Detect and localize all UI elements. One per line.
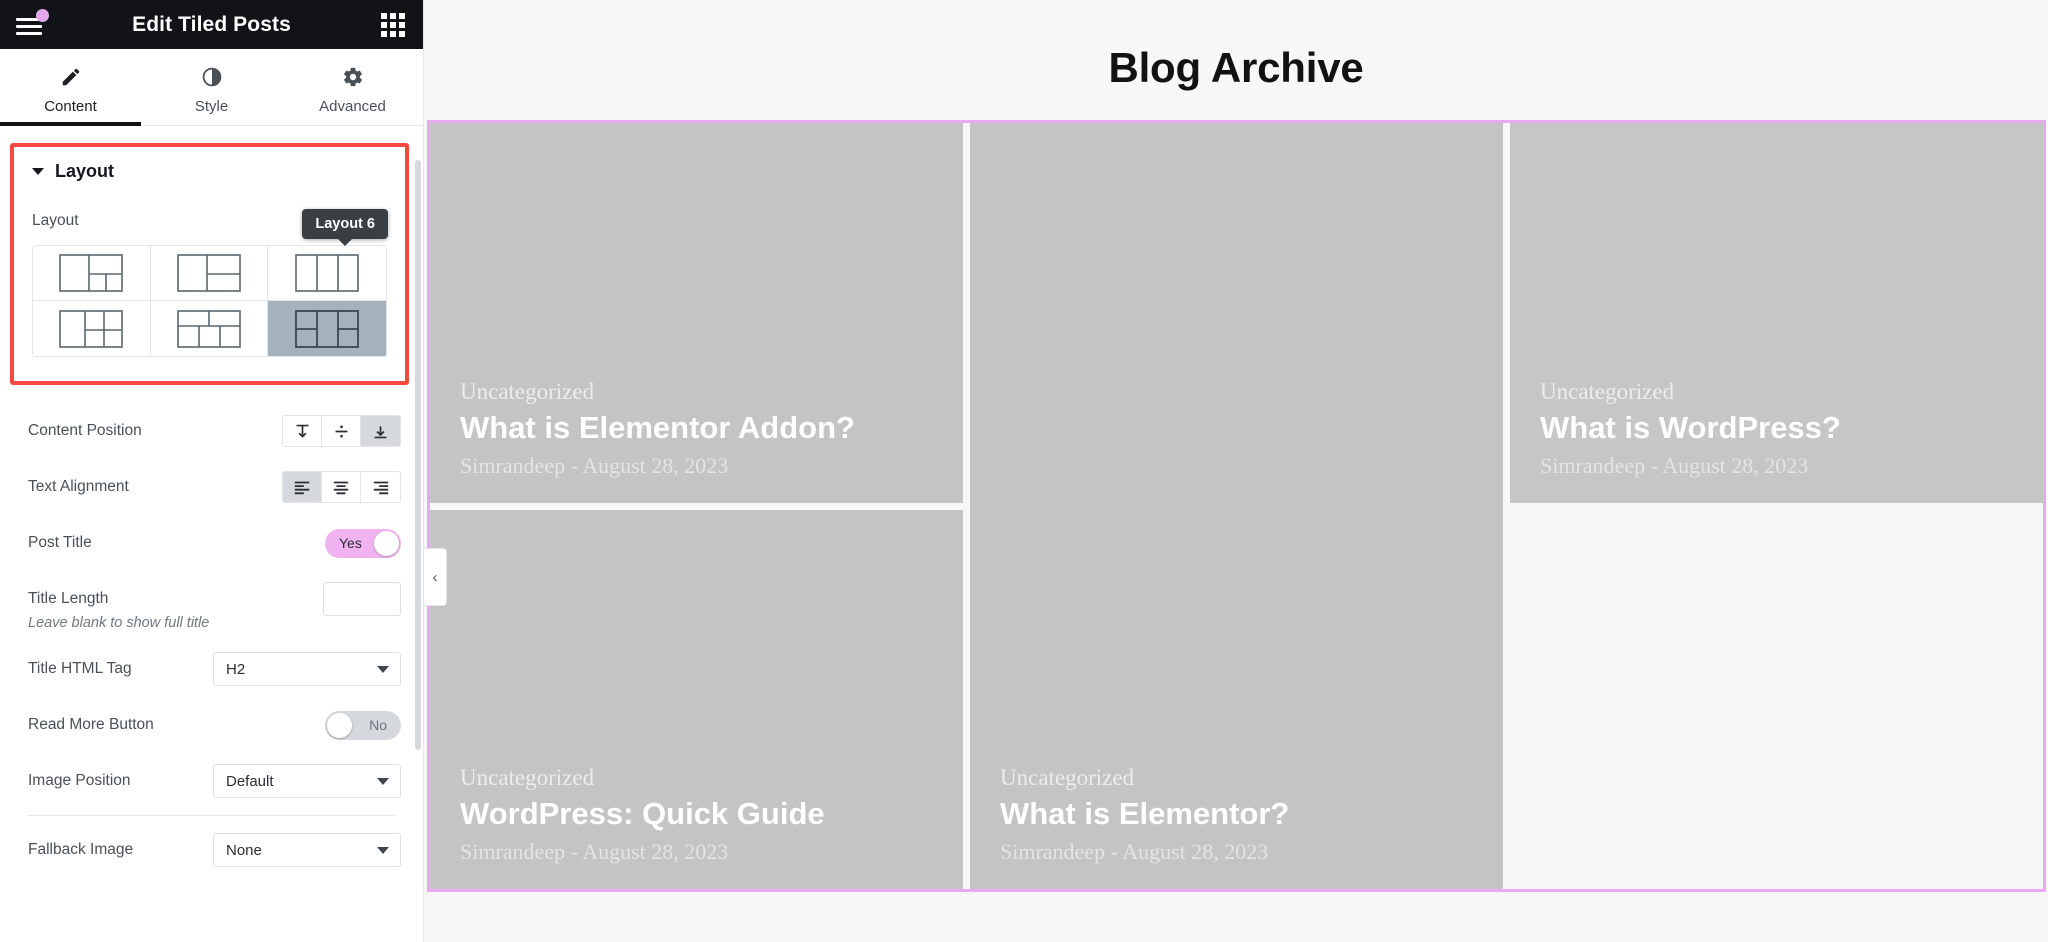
tiled-posts-grid: Uncategorized What is Elementor Addon? S… (430, 123, 2043, 889)
chevron-down-icon (32, 168, 44, 175)
post-meta: Simrandeep - August 28, 2023 (460, 452, 729, 478)
fallback-image-select-wrap: None (213, 833, 401, 867)
post-tile[interactable]: Uncategorized What is WordPress? Simrand… (1510, 123, 2043, 503)
chevron-left-icon: ‹ (432, 568, 438, 586)
preview-canvas: Blog Archive Uncategorized What is Eleme… (424, 0, 2048, 942)
image-position-row: Image Position Default (0, 753, 423, 809)
post-title: What is Elementor Addon? (460, 409, 855, 445)
post-tile[interactable]: Uncategorized What is Elementor? Simrand… (970, 123, 1503, 889)
panel-title: Edit Tiled Posts (132, 12, 291, 36)
title-html-tag-select-wrap: H2 (213, 652, 401, 686)
layout-option-4[interactable] (33, 301, 151, 356)
post-category: Uncategorized (1000, 765, 1135, 791)
section-divider (28, 815, 395, 816)
layout-section-highlight: Layout Layout Layout 6 (10, 143, 409, 385)
title-html-tag-value: H2 (226, 660, 246, 678)
post-category: Uncategorized (460, 378, 595, 404)
post-category: Uncategorized (460, 765, 595, 791)
title-html-tag-select[interactable]: H2 (213, 652, 401, 686)
fallback-image-label: Fallback Image (28, 841, 134, 858)
panel-tabs: Content Style Advanced (0, 49, 423, 126)
text-alignment-segmented (282, 471, 401, 503)
toggle-knob (374, 530, 399, 556)
text-alignment-label: Text Alignment (28, 478, 129, 495)
post-meta: Simrandeep - August 28, 2023 (1000, 839, 1269, 864)
editor-root: Edit Tiled Posts Content Style Advanced … (0, 0, 2048, 942)
pencil-icon (60, 65, 82, 89)
page-title: Blog Archive (1108, 44, 1364, 91)
read-more-toggle-value: No (369, 717, 387, 733)
post-category: Uncategorized (1540, 378, 1675, 404)
tab-advanced[interactable]: Advanced (282, 49, 423, 125)
gear-icon (342, 65, 364, 89)
post-meta: Simrandeep - August 28, 2023 (1540, 452, 1809, 478)
title-html-tag-row: Title HTML Tag H2 (0, 641, 423, 697)
content-position-segmented (282, 415, 401, 447)
read-more-button-label: Read More Button (28, 716, 154, 733)
text-align-left[interactable] (283, 472, 322, 502)
read-more-toggle[interactable]: No (325, 710, 401, 740)
tab-style-label: Style (194, 98, 229, 115)
text-alignment-row: Text Alignment (0, 459, 423, 515)
tab-style[interactable]: Style (141, 49, 282, 125)
post-meta: Simrandeep - August 28, 2023 (460, 839, 729, 864)
post-title-row: Post Title Yes (0, 515, 423, 571)
content-position-row: Content Position (0, 403, 423, 459)
image-position-select[interactable]: Default (213, 764, 401, 798)
layout-option-5[interactable] (150, 301, 269, 356)
fallback-image-value: None (226, 841, 262, 859)
layout-option-6[interactable] (268, 301, 386, 356)
image-position-value: Default (226, 772, 274, 790)
elementor-settings-panel: Edit Tiled Posts Content Style Advanced … (0, 0, 424, 942)
tiled-posts-widget-frame[interactable]: Uncategorized What is Elementor Addon? S… (427, 120, 2046, 892)
content-position-top[interactable] (283, 416, 322, 446)
tab-content-label: Content (44, 98, 97, 115)
title-html-tag-label: Title HTML Tag (28, 660, 132, 677)
layout-section-title: Layout (55, 161, 115, 181)
title-length-hint: Leave blank to show full title (28, 615, 210, 631)
post-title-label: Post Title (28, 534, 92, 551)
image-position-select-wrap: Default (213, 764, 401, 798)
fallback-image-select[interactable]: None (213, 833, 401, 867)
post-title-toggle-value: Yes (339, 535, 362, 551)
text-align-right[interactable] (361, 472, 400, 502)
layout-section-header[interactable]: Layout (32, 161, 387, 182)
layout-choices-grid: Layout 6 (32, 209, 388, 357)
tab-advanced-label: Advanced (319, 98, 386, 115)
fallback-image-row: Fallback Image None (0, 822, 423, 878)
post-title-toggle[interactable]: Yes (325, 528, 401, 558)
layout-option-2[interactable] (150, 246, 269, 301)
layout-tooltip: Layout 6 (302, 209, 388, 239)
toggle-knob (327, 712, 352, 738)
notification-dot-icon (36, 8, 49, 22)
panel-scrollbar[interactable] (415, 160, 421, 750)
post-tile[interactable]: Uncategorized What is Elementor Addon? S… (430, 123, 963, 503)
panel-collapse-handle[interactable]: ‹ (424, 548, 447, 606)
read-more-button-row: Read More Button No (0, 697, 423, 753)
content-position-label: Content Position (28, 422, 142, 439)
post-tile[interactable]: Uncategorized WordPress: Quick Guide Sim… (430, 509, 963, 889)
title-length-label: Title Length (28, 590, 109, 607)
content-position-bottom[interactable] (361, 416, 400, 446)
layout-option-1[interactable] (33, 246, 151, 301)
post-title: What is WordPress? (1540, 409, 1841, 445)
post-title: WordPress: Quick Guide (460, 796, 825, 832)
apps-grid-icon[interactable] (381, 13, 405, 37)
content-position-middle[interactable] (322, 416, 361, 446)
half-circle-contrast-icon (201, 65, 223, 89)
panel-scroll-area: Layout Layout Layout 6 Content Position … (0, 126, 423, 942)
tab-content[interactable]: Content (0, 49, 141, 126)
post-title: What is Elementor? (1000, 796, 1290, 832)
image-position-label: Image Position (28, 772, 131, 789)
text-align-center[interactable] (322, 472, 361, 502)
hamburger-menu-icon[interactable] (14, 8, 49, 38)
panel-header: Edit Tiled Posts (0, 0, 423, 49)
title-length-input[interactable] (323, 582, 401, 616)
layout-option-3[interactable]: Layout 6 (268, 209, 388, 301)
